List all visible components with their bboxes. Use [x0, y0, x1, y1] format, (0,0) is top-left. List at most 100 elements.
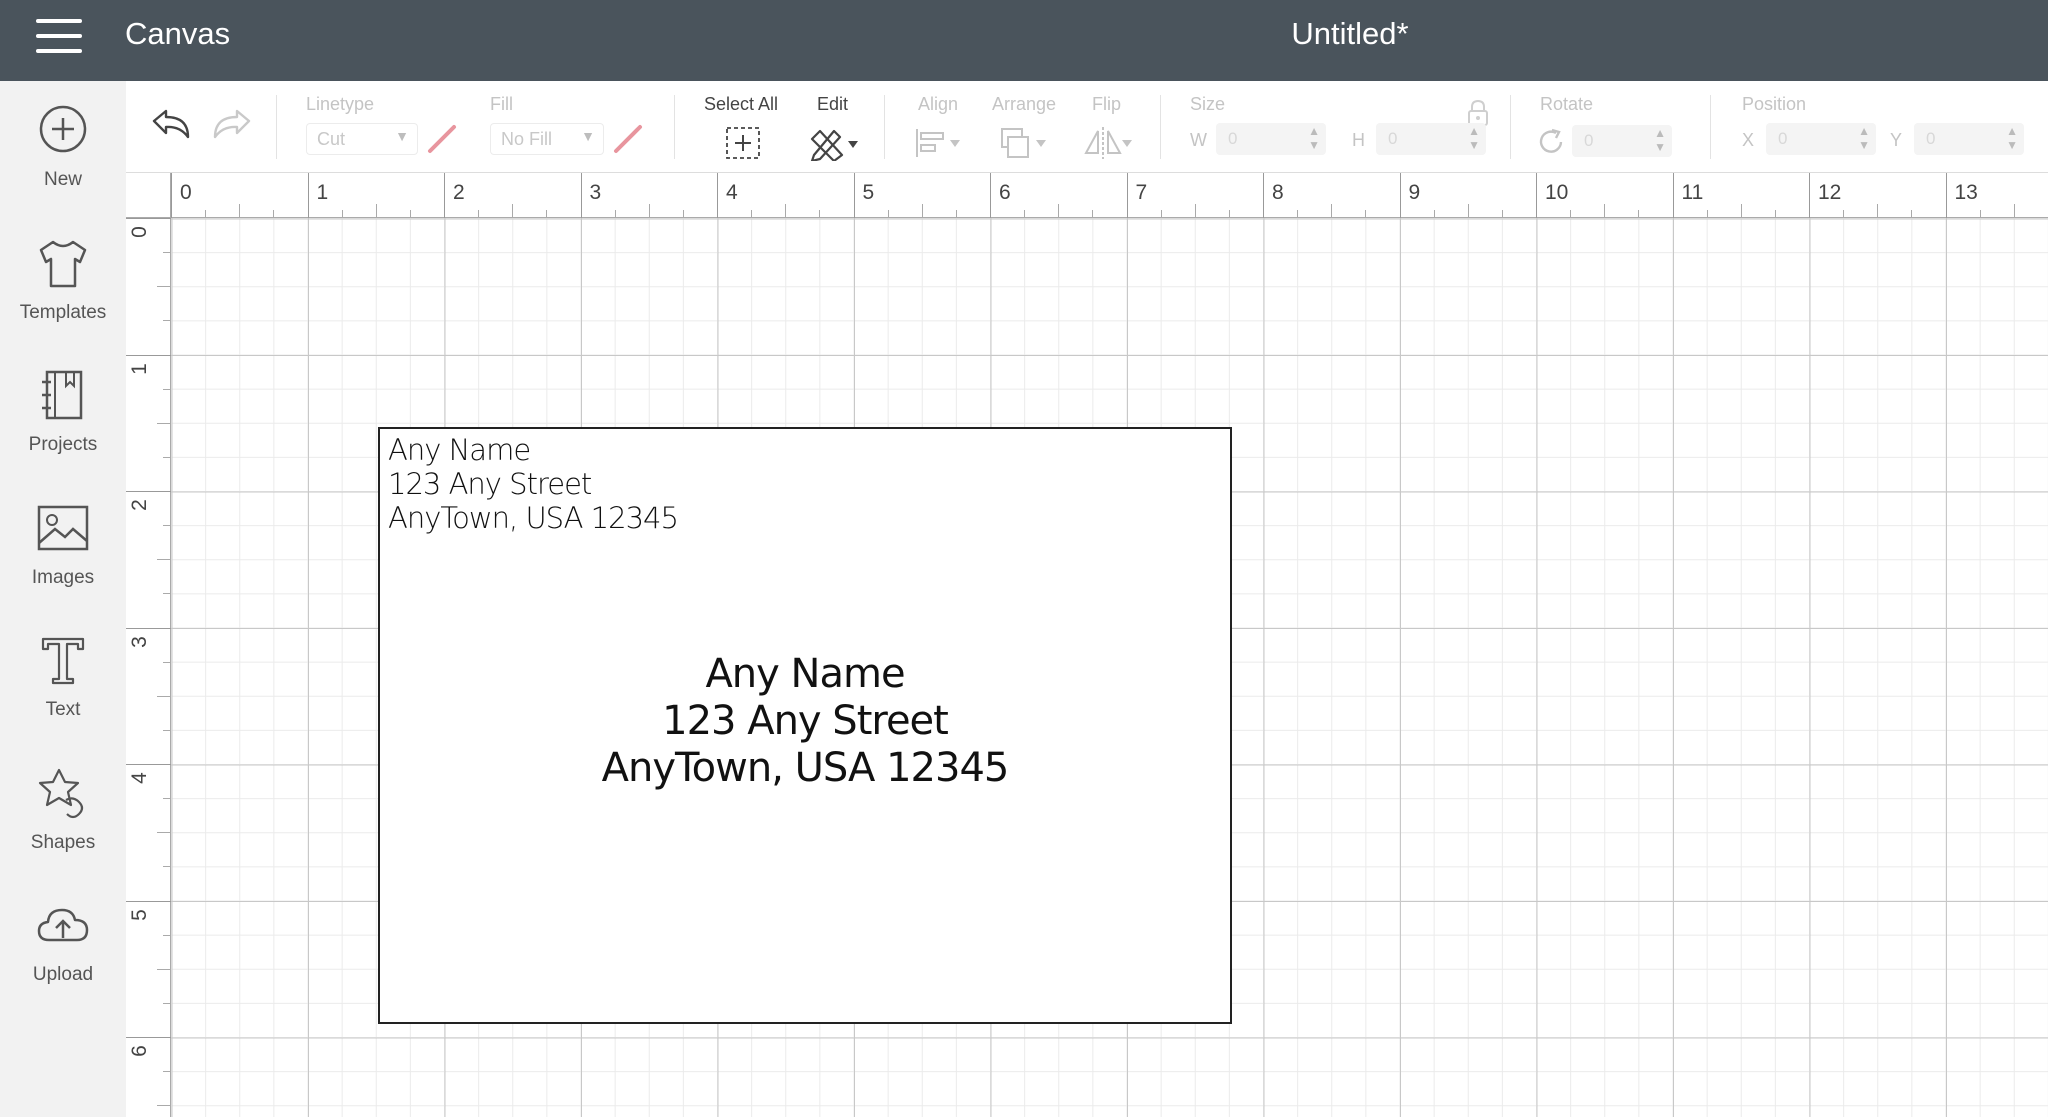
ruler-minor-tick — [1740, 204, 1742, 218]
sidebar-item-templates[interactable]: Templates — [0, 214, 126, 334]
ruler-major-tick — [1126, 173, 1128, 218]
ruler-number-h: 7 — [1135, 181, 1148, 204]
return-address[interactable]: Any Name 123 Any Street AnyTown, USA 123… — [388, 433, 679, 535]
ruler-minor-tick — [163, 525, 171, 527]
ruler-minor-tick — [648, 204, 650, 218]
ruler-minor-tick — [163, 1071, 171, 1073]
ruler-minor-tick — [163, 593, 171, 595]
sidebar-item-images[interactable]: Images — [0, 479, 126, 599]
ruler-minor-tick — [1638, 210, 1640, 218]
sidebar-item-text[interactable]: Text — [0, 611, 126, 731]
spinner-icon[interactable]: ▲ ▼ — [1468, 124, 1480, 152]
document-title[interactable]: Untitled* — [1100, 16, 1600, 52]
ruler-major-tick — [126, 1037, 171, 1038]
height-input[interactable]: 0 ▲ ▼ — [1376, 123, 1486, 155]
spinner-icon[interactable]: ▲ ▼ — [1858, 124, 1870, 152]
ruler-minor-tick — [1024, 210, 1026, 218]
ruler-major-tick — [126, 354, 171, 356]
linetype-select[interactable]: Cut ▼ — [306, 123, 418, 155]
ruler-minor-tick — [163, 320, 171, 322]
text-t-icon — [41, 637, 85, 685]
ruler-number-v: 0 — [127, 226, 151, 238]
ruler-minor-tick — [512, 204, 514, 218]
ruler-minor-tick — [819, 210, 821, 218]
plus-circle-icon — [39, 105, 87, 153]
spinner-icon[interactable]: ▲ ▼ — [1308, 124, 1320, 152]
vertical-ruler: 0 1 2 3 4 5 6 — [126, 218, 171, 1117]
ruler-major-tick — [126, 900, 171, 902]
undo-icon[interactable] — [150, 107, 192, 143]
sidebar-item-shapes[interactable]: Shapes — [0, 744, 126, 864]
ruler-major-tick — [444, 173, 445, 218]
height-value: 0 — [1388, 129, 1398, 148]
width-input[interactable]: 0 ▲ ▼ — [1216, 123, 1326, 155]
ruler-minor-tick — [1194, 204, 1196, 218]
ruler-minor-tick — [163, 729, 171, 731]
hamburger-menu-icon[interactable] — [36, 19, 82, 53]
redo-icon[interactable] — [211, 107, 253, 143]
width-label: W — [1190, 130, 1207, 150]
chevron-down-icon: ▼ — [581, 128, 595, 144]
linetype-color-swatch-icon[interactable] — [426, 123, 458, 155]
ruler-minor-tick — [1160, 210, 1162, 218]
x-position-input[interactable]: 0 ▲ ▼ — [1766, 123, 1876, 155]
flip-icon[interactable] — [1082, 125, 1134, 161]
ruler-minor-tick — [921, 204, 923, 218]
ruler-minor-tick — [955, 210, 957, 218]
ruler-minor-tick — [157, 832, 171, 834]
ruler-minor-tick — [157, 695, 171, 697]
notebook-icon — [42, 370, 83, 420]
horizontal-ruler: 0 1 2 3 4 5 6 7 8 9 10 11 12 13 — [126, 173, 2048, 218]
sidebar-item-new[interactable]: New — [0, 81, 126, 201]
ruler-minor-tick — [1604, 204, 1606, 218]
ruler-minor-tick — [163, 388, 171, 390]
ruler-minor-tick — [163, 866, 171, 868]
x-label: X — [1742, 130, 1755, 150]
spinner-icon[interactable]: ▲ ▼ — [1654, 126, 1666, 154]
tshirt-icon — [39, 240, 87, 288]
arrange-icon[interactable] — [998, 125, 1050, 161]
ruler-minor-tick — [163, 798, 171, 800]
ruler-number-h: 0 — [180, 181, 192, 204]
select-all-label: Select All — [704, 94, 779, 114]
edit-pencil-ruler-icon[interactable] — [808, 125, 860, 161]
rotate-icon[interactable] — [1536, 127, 1566, 157]
size-label: Size — [1190, 94, 1226, 114]
linetype-label: Linetype — [306, 94, 375, 114]
rotate-input[interactable]: 0 ▲ ▼ — [1572, 125, 1672, 157]
ruler-minor-tick — [1092, 210, 1094, 218]
return-street: 123 Any Street — [388, 467, 592, 501]
ruler-minor-tick — [1331, 204, 1333, 218]
recipient-street: 123 Any Street — [662, 698, 949, 744]
sidebar-item-label: Upload — [32, 964, 94, 985]
y-position-input[interactable]: 0 ▲ ▼ — [1914, 123, 2024, 155]
ruler-minor-tick — [546, 210, 548, 218]
ruler-minor-tick — [341, 210, 343, 218]
select-all-button[interactable] — [724, 125, 762, 161]
left-sidebar: New Templates Projects Images Text Shape… — [0, 81, 126, 1117]
ruler-minor-tick — [157, 968, 171, 970]
fill-color-swatch-icon[interactable] — [612, 123, 644, 155]
rotate-value: 0 — [1584, 131, 1594, 150]
sidebar-item-projects[interactable]: Projects — [0, 346, 126, 466]
image-icon — [37, 505, 89, 551]
ruler-minor-tick — [157, 422, 171, 424]
sidebar-item-label: Text — [45, 699, 81, 720]
ruler-number-h: 3 — [589, 181, 602, 204]
ruler-number-h: 10 — [1545, 181, 1569, 204]
ruler-minor-tick — [614, 210, 616, 218]
rotate-label: Rotate — [1540, 94, 1594, 114]
fill-label: Fill — [490, 94, 513, 114]
recipient-address[interactable]: Any Name 123 Any Street AnyTown, USA 123… — [380, 651, 1230, 792]
ruler-minor-tick — [273, 210, 275, 218]
align-icon[interactable] — [914, 127, 964, 159]
sidebar-item-upload[interactable]: Upload — [0, 876, 126, 996]
ruler-minor-tick — [785, 204, 787, 218]
ruler-major-tick — [126, 764, 171, 765]
fill-select[interactable]: No Fill ▼ — [490, 123, 604, 155]
spinner-icon[interactable]: ▲ ▼ — [2006, 124, 2018, 152]
ruler-number-v: 6 — [127, 1045, 151, 1057]
envelope-artboard[interactable]: Any Name 123 Any Street AnyTown, USA 123… — [378, 427, 1232, 1024]
ruler-major-tick — [1263, 173, 1264, 218]
ruler-minor-tick — [1467, 204, 1469, 218]
